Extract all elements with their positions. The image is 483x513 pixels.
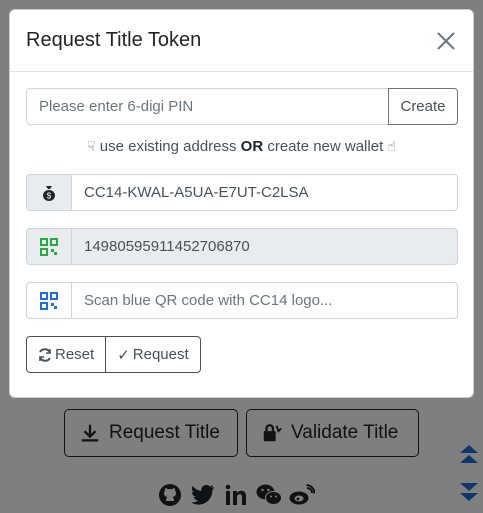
token-id-input-group: 14980595911452706870 [26, 228, 458, 265]
svg-text:$: $ [47, 191, 52, 200]
money-bag-icon: $ [26, 174, 71, 211]
reset-button[interactable]: Reset [26, 336, 107, 373]
create-button[interactable]: Create [388, 88, 458, 125]
address-input-group: $ [26, 174, 458, 211]
pin-input-group: Create [26, 88, 458, 125]
request-label: Request [132, 346, 189, 363]
request-button[interactable]: ✓ Request [106, 336, 201, 373]
check-icon: ✓ [117, 346, 130, 364]
qr-code-icon [26, 282, 71, 319]
request-title-token-modal: Request Title Token Create ☟ use existin… [9, 9, 474, 398]
wallet-address-field[interactable] [71, 174, 458, 211]
wallet-hint: ☟ use existing address OR create new wal… [26, 138, 457, 158]
hint-or-text: OR [240, 138, 264, 155]
scan-qr-input[interactable] [71, 282, 458, 319]
token-id-field: 14980595911452706870 [71, 228, 458, 265]
pin-input[interactable] [26, 88, 388, 125]
scan-input-group [26, 282, 458, 319]
pointing-hand-icon: ☝ [387, 138, 396, 154]
modal-header: Request Title Token [10, 10, 473, 72]
qr-code-icon [26, 228, 71, 265]
hint-existing-text: use existing address [99, 138, 237, 155]
action-buttons: Reset ✓ Request [26, 336, 457, 373]
refresh-icon [39, 347, 51, 362]
close-icon[interactable] [433, 28, 459, 54]
modal-title: Request Title Token [26, 29, 202, 51]
reset-label: Reset [55, 346, 95, 363]
hint-new-text: create new wallet [267, 138, 384, 155]
pointing-down-hand-icon: ☟ [87, 138, 96, 154]
modal-body: Create ☟ use existing address OR create … [10, 72, 473, 373]
